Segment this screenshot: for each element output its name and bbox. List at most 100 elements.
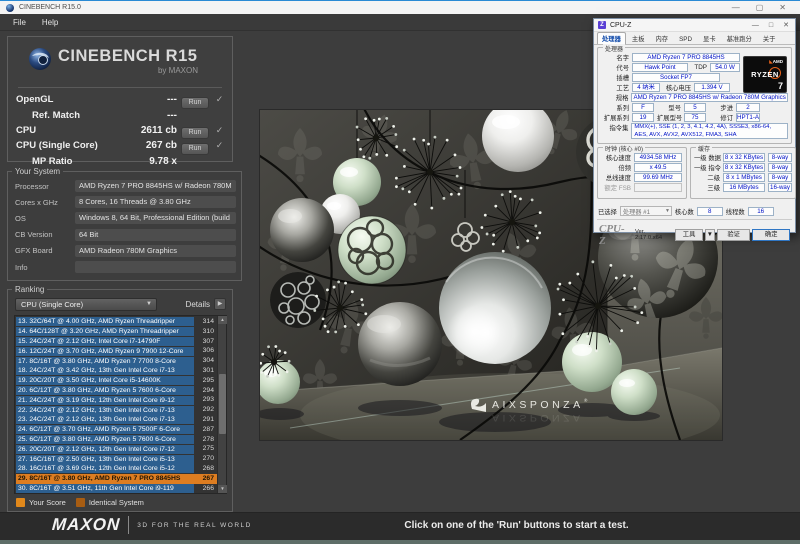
ranking-row-score: 307 xyxy=(194,337,217,347)
score-label: Ref. Match xyxy=(16,110,115,121)
window-title: CINEBENCH R15.0 xyxy=(19,4,81,11)
menu-item-help[interactable]: Help xyxy=(35,14,65,31)
system-row: Cores x GHz8 Cores, 16 Threads @ 3.80 GH… xyxy=(15,194,236,210)
score-label: OpenGL xyxy=(16,94,115,105)
l1-data-way-field: 8-way xyxy=(768,153,792,162)
ranking-row[interactable]: 30. 8C/16T @ 3.51 GHz, 11th Gen Intel Co… xyxy=(16,484,217,494)
ranking-row-label: 23. 24C/24T @ 2.12 GHz, 13th Gen Intel C… xyxy=(16,415,194,424)
by-maxon-text: by MAXON xyxy=(58,66,198,75)
ranking-legend: Ranking xyxy=(12,285,47,294)
cpuz-title-bar: Z CPU-Z — □ ✕ xyxy=(594,19,795,32)
ranking-row-label: 25. 6C/12T @ 3.80 GHz, AMD Ryzen 5 7600 … xyxy=(16,435,194,444)
ranking-row[interactable]: 16. 12C/24T @ 3.70 GHz, AMD Ryzen 9 7900… xyxy=(16,346,217,356)
minimize-button[interactable]: — xyxy=(732,1,740,15)
package-field: Socket FP7 xyxy=(632,73,720,82)
family-field: F xyxy=(632,103,654,112)
score-rows: OpenGL---Run✓Ref. Match---CPU2611 cbRun✓… xyxy=(8,90,232,169)
ranking-row[interactable]: 27. 16C/16T @ 2.50 GHz, 13th Gen Intel C… xyxy=(16,454,217,464)
cpuz-tab[interactable]: 关于 xyxy=(758,32,781,44)
run-button[interactable]: Run xyxy=(181,97,209,109)
ranking-row[interactable]: 19. 20C/20T @ 3.50 GHz, Intel Core i5-14… xyxy=(16,376,217,386)
specification-label: 规格 xyxy=(601,93,628,102)
scroll-down-icon[interactable]: ▼ xyxy=(218,485,227,493)
cpuz-clocks-group: 时钟 (核心 #0) 核心速度4934.58 MHz 倍频x 49.5 总线速度… xyxy=(597,147,687,199)
ranking-row-score: 292 xyxy=(194,405,217,415)
ranking-row[interactable]: 28. 16C/16T @ 3.69 GHz, 12th Gen Intel C… xyxy=(16,464,217,474)
system-field: Windows 8, 64 Bit, Professional Edition … xyxy=(75,212,236,224)
menu-item-file[interactable]: File xyxy=(6,14,33,31)
model-field: 5 xyxy=(684,103,706,112)
revision-field: HPT1-A2 xyxy=(736,113,760,122)
ranking-row[interactable]: 20. 6C/12T @ 3.80 GHz, AMD Ryzen 5 7600 … xyxy=(16,386,217,396)
l3-way-field: 16-way xyxy=(768,183,792,192)
ok-button[interactable]: 确定 xyxy=(752,229,790,241)
l2-way-field: 8-way xyxy=(768,173,792,182)
run-button[interactable]: Run xyxy=(181,143,209,155)
ranking-row-score: 268 xyxy=(194,464,217,474)
ranking-row[interactable]: 23. 24C/24T @ 2.12 GHz, 13th Gen Intel C… xyxy=(16,415,217,425)
check-icon[interactable]: ✓ xyxy=(213,94,226,105)
processor-select[interactable]: 处理器 #1▼ xyxy=(620,206,672,216)
cpu-name-label: 名字 xyxy=(601,53,629,62)
ranking-row[interactable]: 29. 8C/16T @ 3.80 GHz, AMD Ryzen 7 PRO 8… xyxy=(16,474,217,484)
cpuz-tab[interactable]: 主板 xyxy=(627,32,650,44)
ranking-row[interactable]: 17. 8C/16T @ 3.80 GHz, AMD Ryzen 7 7700 … xyxy=(16,356,217,366)
check-icon[interactable]: ✓ xyxy=(213,125,226,136)
cpuz-tab[interactable]: 显卡 xyxy=(698,32,721,44)
cpuz-close-button[interactable]: ✕ xyxy=(783,19,789,32)
check-icon[interactable]: ✓ xyxy=(213,140,226,151)
score-value: 2611 cb xyxy=(115,125,177,136)
app-icon xyxy=(6,4,14,12)
l1-data-field: 8 x 32 KBytes xyxy=(723,153,765,162)
ranking-row[interactable]: 26. 20C/20T @ 2.12 GHz, 12th Gen Intel C… xyxy=(16,444,217,454)
l2-label: 二级 xyxy=(694,173,720,182)
family-label: 系列 xyxy=(601,103,629,112)
threads-field: 16 xyxy=(748,207,774,216)
tools-button[interactable]: 工具 xyxy=(675,229,703,241)
ranking-row-score: 266 xyxy=(194,484,217,494)
ranking-row[interactable]: 18. 24C/24T @ 3.42 GHz, 13th Gen Intel C… xyxy=(16,366,217,376)
validate-button[interactable]: 验证 xyxy=(717,229,751,241)
watermark-text: AIXSPONZA xyxy=(492,399,584,411)
legend-swatch xyxy=(76,498,85,507)
score-value: --- xyxy=(115,94,177,105)
technology-label: 工艺 xyxy=(601,83,629,92)
technology-field: 4 纳米 xyxy=(632,83,660,92)
cpuz-tab[interactable]: SPD xyxy=(674,34,697,44)
tools-dropdown-button[interactable]: ▼ xyxy=(705,229,715,241)
ranking-row[interactable]: 13. 32C/64T @ 4.00 GHz, AMD Ryzen Thread… xyxy=(16,317,217,327)
system-label: Cores x GHz xyxy=(15,198,75,207)
scrollbar-thumb[interactable] xyxy=(219,374,226,434)
status-hint: Click on one of the 'Run' buttons to sta… xyxy=(233,520,800,531)
ranking-row-score: 304 xyxy=(194,356,217,366)
legend-label: Your Score xyxy=(29,498,66,507)
cpuz-tab[interactable]: 内存 xyxy=(650,32,673,44)
cpuz-tab[interactable]: 基准跑分 xyxy=(722,32,757,44)
l1-data-label: 一级 数据 xyxy=(694,153,720,162)
tdp-field: 54.0 W xyxy=(710,63,740,72)
ranking-row-label: 17. 8C/16T @ 3.80 GHz, AMD Ryzen 7 7700 … xyxy=(16,357,194,366)
ranking-filter-dropdown[interactable]: CPU (Single Core) ▼ xyxy=(15,298,157,311)
ranking-row-score: 270 xyxy=(194,454,217,464)
score-value: --- xyxy=(115,110,177,121)
system-label: GFX Board xyxy=(15,246,75,255)
core-voltage-field: 1.394 V xyxy=(694,83,730,92)
ranking-scrollbar[interactable]: ▲ ▼ xyxy=(217,316,226,493)
ranking-row[interactable]: 21. 24C/24T @ 3.19 GHz, 12th Gen Intel C… xyxy=(16,395,217,405)
ext-model-label: 扩展型号 xyxy=(657,113,681,122)
close-button[interactable]: ✕ xyxy=(779,1,786,15)
scroll-up-icon[interactable]: ▲ xyxy=(218,316,227,324)
cpuz-minimize-button[interactable]: — xyxy=(752,19,759,32)
l1-inst-field: 8 x 32 KBytes xyxy=(723,163,765,172)
ranking-row-score: 295 xyxy=(194,376,217,386)
ranking-row-label: 18. 24C/24T @ 3.42 GHz, 13th Gen Intel C… xyxy=(16,366,194,375)
ranking-row[interactable]: 22. 24C/24T @ 2.12 GHz, 13th Gen Intel C… xyxy=(16,405,217,415)
cpuz-maximize-button[interactable]: □ xyxy=(769,19,773,32)
ranking-row[interactable]: 15. 24C/24T @ 2.12 GHz, Intel Core i7-14… xyxy=(16,337,217,347)
details-button[interactable]: ▶ xyxy=(214,298,226,310)
ranking-row[interactable]: 24. 6C/12T @ 3.70 GHz, AMD Ryzen 5 7500F… xyxy=(16,425,217,435)
ranking-row[interactable]: 14. 64C/128T @ 3.20 GHz, AMD Ryzen Threa… xyxy=(16,327,217,337)
cpuz-tab[interactable]: 处理器 xyxy=(597,32,626,44)
maximize-button[interactable]: ▢ xyxy=(756,1,764,15)
ranking-row[interactable]: 25. 6C/12T @ 3.80 GHz, AMD Ryzen 5 7600 … xyxy=(16,435,217,445)
